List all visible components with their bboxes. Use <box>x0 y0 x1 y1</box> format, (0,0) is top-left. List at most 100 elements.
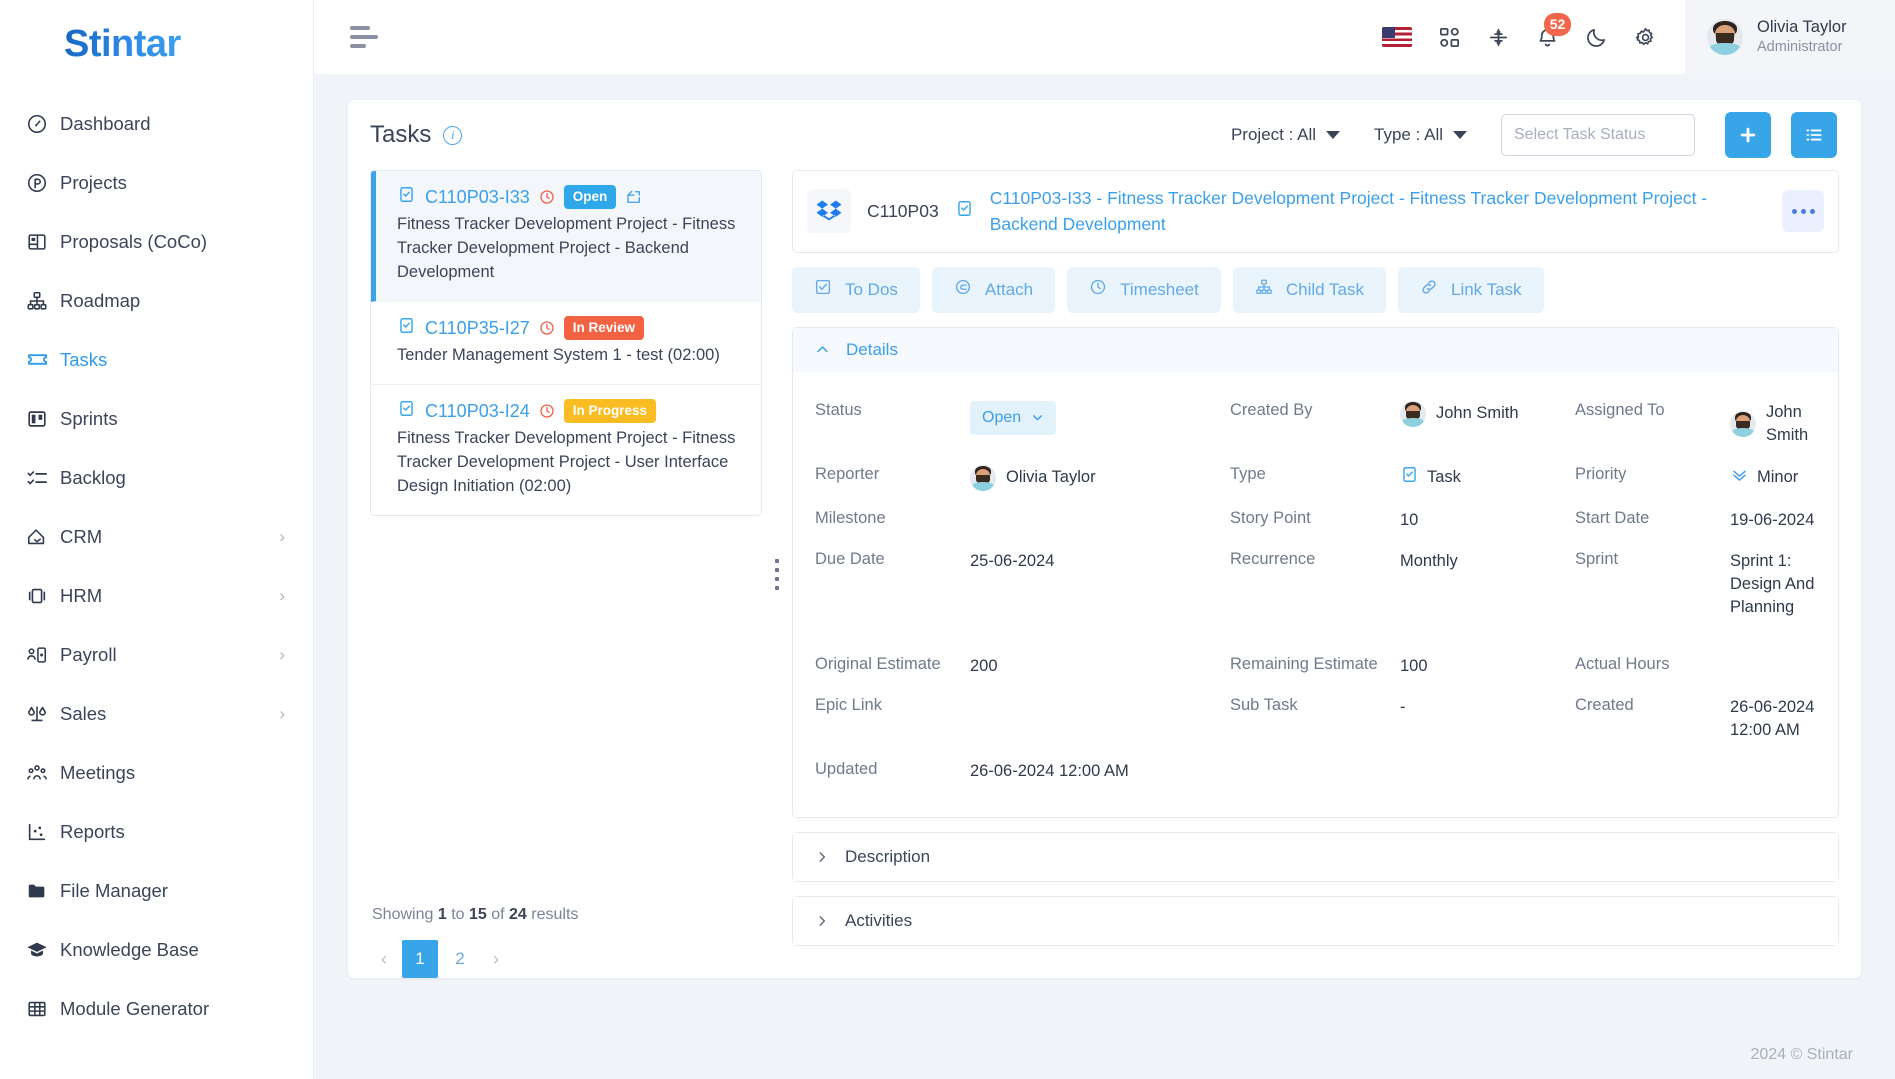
list-view-button[interactable] <box>1791 112 1837 158</box>
apps-grid-icon[interactable] <box>1438 26 1461 49</box>
field-value-story-point: 10 <box>1400 510 1419 529</box>
task-list-item[interactable]: C110P03-I24 In Progress Fitness Tracker … <box>371 385 761 516</box>
chevron-right-icon: › <box>279 645 285 664</box>
filter-type[interactable]: Type : All <box>1374 125 1467 145</box>
tab-label: Child Task <box>1285 279 1364 299</box>
sidebar-item-label: Payroll <box>60 643 117 665</box>
user-card-icon <box>26 644 60 666</box>
task-list-item[interactable]: C110P35-I27 In Review Tender Management … <box>371 301 761 386</box>
user-menu[interactable]: Olivia Taylor Administrator <box>1685 0 1895 74</box>
tab-label: Attach <box>984 279 1034 299</box>
user-role: Administrator <box>1757 39 1843 56</box>
field-value-created: 26-06-2024 12:00 AM <box>1730 698 1815 740</box>
showing-suffix: results <box>531 906 579 923</box>
app-root: Stintar Dashboard Projects Proposals (Co… <box>0 0 1895 1079</box>
sidebar-item-label: Module Generator <box>60 997 210 1019</box>
task-list-item[interactable]: C110P03-I33 Open Fitness Tracker Develop… <box>371 171 761 302</box>
compress-icon[interactable] <box>1487 26 1510 49</box>
sidebar-item-knowledge-base[interactable]: Knowledge Base <box>0 920 313 979</box>
description-panel-header[interactable]: Description <box>793 832 1838 881</box>
filter-project-label: Project : All <box>1230 125 1317 144</box>
field-value-milestone <box>970 500 1230 518</box>
info-icon[interactable]: i <box>443 125 463 145</box>
field-value-recurrence: Monthly <box>1400 551 1458 570</box>
task-status-select[interactable]: Select Task Status <box>1501 114 1695 156</box>
grid-spacer <box>815 628 1816 646</box>
tab-timesheet[interactable]: Timesheet <box>1067 266 1221 313</box>
sidebar-item-roadmap[interactable]: Roadmap <box>0 271 313 330</box>
tab-attach[interactable]: Attach <box>931 266 1056 313</box>
sidebar-item-proposals[interactable]: Proposals (CoCo) <box>0 212 313 271</box>
reporter-name: Olivia Taylor <box>1006 468 1096 487</box>
field-label-due-date: Due Date <box>815 549 885 568</box>
showing-to-word: to <box>451 906 465 923</box>
avatar <box>1730 410 1756 437</box>
add-task-button[interactable] <box>1725 112 1771 158</box>
sidebar-item-backlog[interactable]: Backlog <box>0 448 313 507</box>
sidebar-item-hrm[interactable]: HRM › <box>0 566 313 625</box>
scale-icon <box>26 703 60 725</box>
tab-todos[interactable]: To Dos <box>792 266 920 313</box>
panel-resize-handle[interactable] <box>762 170 792 978</box>
layout-icon <box>26 231 60 253</box>
task-type-icon <box>397 316 416 340</box>
sidebar-item-sales[interactable]: Sales › <box>0 684 313 743</box>
field-label-created-by: Created By <box>1230 400 1313 419</box>
task-item-content: C110P03-I33 Open Fitness Tracker Develop… <box>397 185 747 285</box>
field-value-assigned-to: John Smith <box>1730 392 1816 456</box>
task-detail-title[interactable]: C110P03-I33 - Fitness Tracker Developmen… <box>990 185 1766 238</box>
detail-filler <box>792 960 1839 978</box>
sidebar-item-projects[interactable]: Projects <box>0 153 313 212</box>
details-panel-header[interactable]: Details <box>793 327 1838 372</box>
bell-icon[interactable]: 52 <box>1536 12 1571 49</box>
moon-icon[interactable] <box>1585 26 1608 49</box>
more-options-icon[interactable] <box>1782 190 1824 233</box>
activities-panel-header[interactable]: Activities <box>793 896 1838 945</box>
priority-minor-icon <box>1730 465 1749 491</box>
filter-project[interactable]: Project : All <box>1230 125 1341 145</box>
sidebar-item-dashboard[interactable]: Dashboard <box>0 94 313 153</box>
tab-child-task[interactable]: Child Task <box>1232 266 1386 313</box>
brand-logo[interactable]: Stintar <box>0 0 313 88</box>
gear-icon[interactable] <box>1634 26 1657 49</box>
checklist-icon <box>26 467 60 489</box>
link-icon <box>1420 278 1438 301</box>
page-footer: 2024 © Stintar <box>314 1030 1895 1079</box>
sidebar-item-sprints[interactable]: Sprints <box>0 389 313 448</box>
tasks-card-body: C110P03-I33 Open Fitness Tracker Develop… <box>348 170 1861 978</box>
flag-us-icon[interactable] <box>1382 27 1412 47</box>
clock-icon <box>1089 278 1107 301</box>
status-dropdown-value: Open <box>982 408 1022 426</box>
sitemap-icon <box>1255 278 1273 301</box>
sidebar-item-meetings[interactable]: Meetings <box>0 743 313 802</box>
sidebar-item-module-generator[interactable]: Module Generator <box>0 979 313 1038</box>
notification-badge: 52 <box>1544 12 1571 36</box>
board-icon <box>26 408 60 430</box>
sidebar-item-tasks[interactable]: Tasks <box>0 330 313 389</box>
paperclip-icon <box>954 278 972 301</box>
task-item-meta: C110P03-I24 In Progress <box>397 399 747 424</box>
sidebar: Stintar Dashboard Projects Proposals (Co… <box>0 0 314 1079</box>
pagination-next[interactable]: › <box>482 940 510 978</box>
clock-icon <box>539 320 555 336</box>
sidebar-item-file-manager[interactable]: File Manager <box>0 861 313 920</box>
task-key[interactable]: C110P35-I27 <box>425 318 530 339</box>
project-code[interactable]: C110P03 <box>867 201 939 222</box>
pagination-page-1[interactable]: 1 <box>402 940 438 978</box>
status-badge: Open <box>563 185 617 210</box>
plus-icon <box>1740 127 1756 143</box>
tab-label: Link Task <box>1450 279 1522 299</box>
tab-link-task[interactable]: Link Task <box>1397 266 1544 313</box>
task-status-placeholder: Select Task Status <box>1514 126 1646 143</box>
task-item-content: C110P03-I24 In Progress Fitness Tracker … <box>397 399 747 499</box>
sidebar-item-reports[interactable]: Reports <box>0 802 313 861</box>
pagination-page-2[interactable]: 2 <box>442 940 478 978</box>
task-key[interactable]: C110P03-I24 <box>425 401 530 422</box>
sidebar-item-crm[interactable]: CRM › <box>0 507 313 566</box>
sidebar-item-payroll[interactable]: Payroll › <box>0 625 313 684</box>
sitemap-icon <box>26 290 60 312</box>
hamburger-icon[interactable] <box>350 26 378 48</box>
pagination-prev[interactable]: ‹ <box>370 940 398 978</box>
task-key[interactable]: C110P03-I33 <box>425 187 530 208</box>
status-dropdown[interactable]: Open <box>970 400 1057 435</box>
